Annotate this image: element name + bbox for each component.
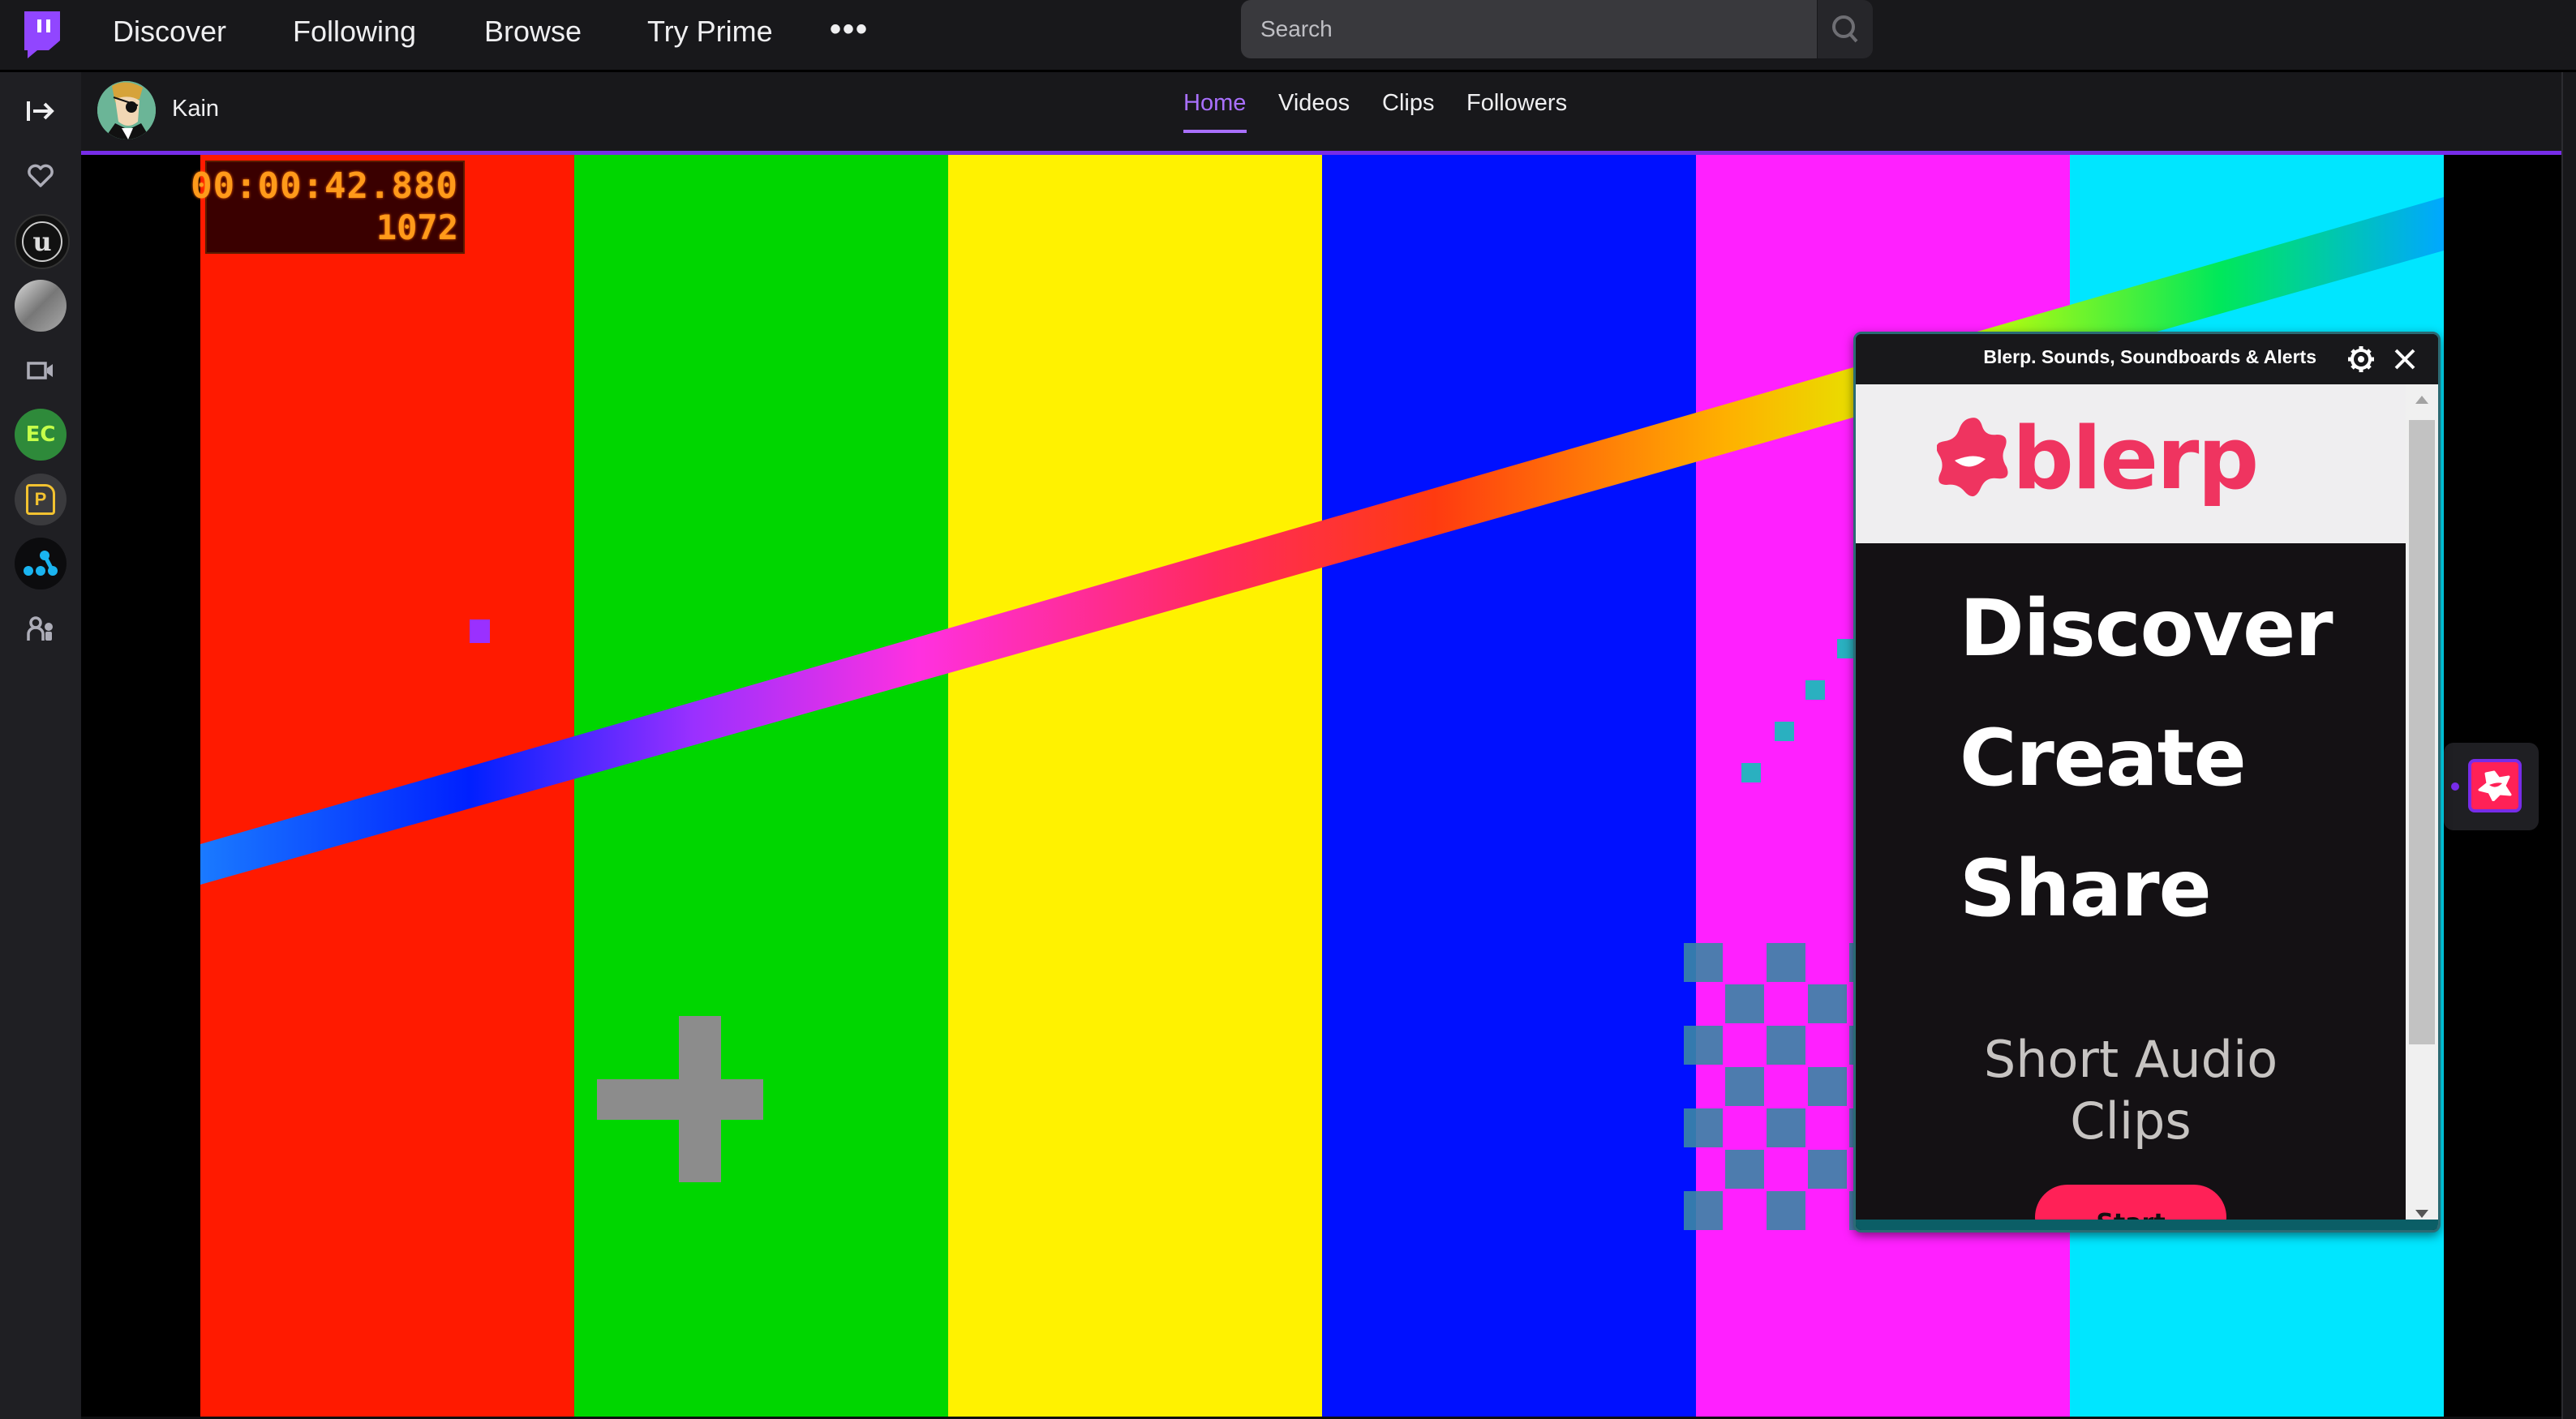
channel-avatar[interactable] xyxy=(97,81,156,139)
search-button[interactable] xyxy=(1818,0,1873,58)
timecode-time: 00:00:42.880 xyxy=(191,165,458,207)
expand-sidebar-button[interactable] xyxy=(15,85,67,137)
close-icon xyxy=(2394,349,2415,370)
panel-header: Blerp. Sounds, Soundboards & Alerts xyxy=(1856,334,2438,384)
video-camera-icon xyxy=(27,362,53,379)
tab-clips[interactable]: Clips xyxy=(1382,90,1434,117)
scrollbar-thumb[interactable] xyxy=(2409,420,2435,1044)
more-options-button[interactable]: ••• xyxy=(830,11,869,47)
headline-share: Share xyxy=(1960,843,2212,934)
search-icon xyxy=(1832,15,1858,43)
unreal-logo-icon: u xyxy=(22,221,62,262)
blerp-hero-banner: blerp xyxy=(1856,384,2406,543)
top-navigation-bar: Discover Following Browse Try Prime ••• xyxy=(0,0,2576,72)
tab-home[interactable]: Home xyxy=(1183,90,1246,117)
subtitle: Short Audio Clips xyxy=(1856,1029,2406,1152)
video-camera-button[interactable] xyxy=(15,345,67,397)
nav-browse[interactable]: Browse xyxy=(484,11,582,52)
followed-channels-button[interactable] xyxy=(15,150,67,202)
left-sidebar: u EC P xyxy=(0,72,81,1419)
timecode-frame: 1072 xyxy=(376,208,458,247)
settings-button[interactable] xyxy=(2347,345,2375,373)
nav-discover[interactable]: Discover xyxy=(113,11,226,52)
panel-scrollbar[interactable] xyxy=(2406,384,2438,1228)
channel-p[interactable]: P xyxy=(15,474,67,525)
gear-icon xyxy=(2348,346,2374,372)
channel-ec[interactable]: EC xyxy=(15,409,67,461)
search-input[interactable] xyxy=(1241,0,1817,58)
blerp-extension-panel: Blerp. Sounds, Soundboards & Alerts bler… xyxy=(1853,332,2441,1233)
channel-unreal-engine[interactable]: u xyxy=(15,214,70,269)
scroll-down-arrow-icon[interactable] xyxy=(2414,1208,2430,1220)
channel-gray-photo[interactable] xyxy=(15,280,67,332)
twitch-logo-icon[interactable] xyxy=(19,8,63,58)
tab-videos[interactable]: Videos xyxy=(1278,90,1350,117)
blerp-extension-toggle[interactable] xyxy=(2444,743,2539,830)
subtitle-line-2: Clips xyxy=(2070,1091,2192,1151)
panel-title: Blerp. Sounds, Soundboards & Alerts xyxy=(1983,346,2316,367)
channel-name[interactable]: Kain xyxy=(172,96,219,122)
right-rail xyxy=(2563,72,2576,1419)
panel-content: blerp Discover Create Share Short Audio … xyxy=(1856,384,2406,1228)
subtitle-line-1: Short Audio xyxy=(1983,1030,2278,1089)
extension-active-dot xyxy=(2451,782,2459,791)
headline-discover: Discover xyxy=(1960,583,2333,674)
active-tab-indicator xyxy=(1183,130,1247,133)
tab-followers[interactable]: Followers xyxy=(1466,90,1567,117)
p-logo-icon: P xyxy=(26,484,55,515)
timecode-overlay: 00:00:42.880 1072 xyxy=(191,161,465,254)
close-button[interactable] xyxy=(2393,347,2417,371)
ec-logo-icon: EC xyxy=(25,422,56,447)
purple-dot xyxy=(470,619,490,643)
panel-footer xyxy=(1856,1220,2438,1230)
headline-create: Create xyxy=(1960,713,2247,804)
blerp-star-logo-icon xyxy=(1937,418,2008,496)
network-dots-icon xyxy=(24,551,58,576)
blerp-wordmark: blerp xyxy=(2012,409,2259,508)
recommended-users-button[interactable] xyxy=(15,603,67,655)
plus-horizontal xyxy=(597,1079,763,1120)
channel-dots[interactable] xyxy=(15,538,67,589)
avatar-portrait-icon xyxy=(97,81,156,139)
recommended-users-icon xyxy=(27,616,53,641)
expand-sidebar-icon xyxy=(27,101,54,121)
nav-following[interactable]: Following xyxy=(293,11,416,52)
nav-try-prime[interactable]: Try Prime xyxy=(647,11,773,52)
scroll-up-arrow-icon[interactable] xyxy=(2414,394,2430,405)
blerp-extension-icon xyxy=(2468,759,2522,812)
heart-icon xyxy=(28,164,54,187)
